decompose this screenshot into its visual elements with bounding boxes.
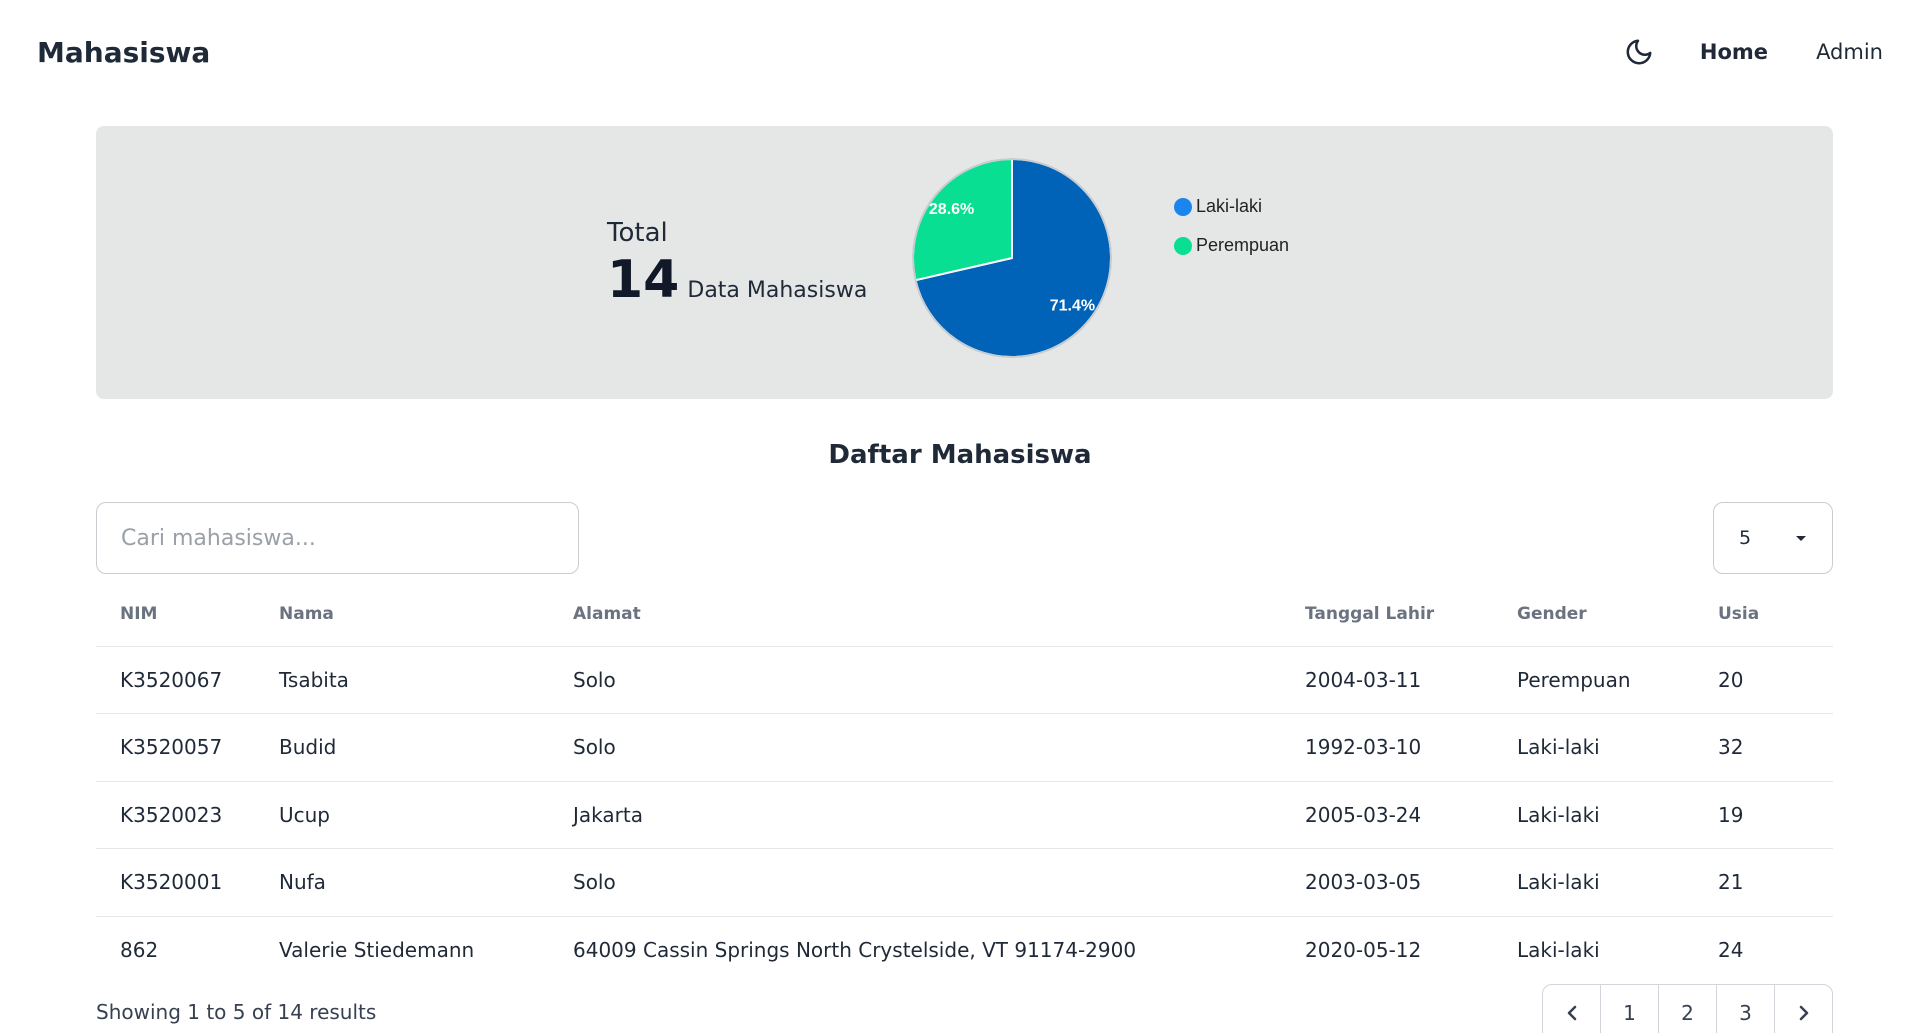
header-nim[interactable]: NIM — [96, 582, 279, 647]
per-page-select[interactable]: 5 — [1713, 502, 1833, 574]
cell-nim: K3520057 — [96, 713, 279, 782]
cell-tanggal-lahir: 2020-05-12 — [1305, 938, 1422, 962]
total-count: 14 — [607, 250, 680, 310]
legend-dot-perempuan — [1174, 236, 1192, 255]
cell-gender: Laki-laki — [1517, 713, 1718, 782]
header-gender[interactable]: Gender — [1517, 582, 1718, 647]
cell-nim: K3520023 — [96, 781, 279, 849]
cell-alamat: Jakarta — [573, 781, 1305, 849]
per-page-value: 5 — [1739, 527, 1752, 549]
legend-label-perempuan: Perempuan — [1196, 235, 1290, 255]
search-input[interactable] — [96, 502, 579, 574]
moon-icon — [1626, 39, 1652, 65]
cell-gender: Perempuan — [1517, 646, 1718, 714]
pie-slice-perempuan[interactable] — [912, 158, 1013, 282]
caret-down-icon — [1796, 536, 1806, 541]
brand-title: Mahasiswa — [37, 35, 211, 69]
pie-chart-svg: 71.4% 28.6% — [912, 158, 1112, 358]
cell-nama: Valerie Stiedemann — [279, 938, 475, 962]
legend-item-laki-laki[interactable]: Laki-laki — [1174, 196, 1289, 217]
cell-nama: Tsabita — [279, 646, 573, 714]
cell-usia: 21 — [1718, 848, 1833, 917]
nav-right: Home Admin — [1621, 34, 1883, 70]
results-summary: Showing 1 to 5 of 14 results — [96, 1000, 377, 1024]
page-button-2[interactable]: 2 — [1659, 985, 1717, 1033]
header-tanggal-lahir[interactable]: Tanggal Lahir — [1305, 582, 1517, 647]
cell-nim: K3520067 — [96, 646, 279, 714]
cell-tanggal-lahir: 2005-03-24 — [1305, 781, 1517, 849]
total-row: 14 Data Mahasiswa — [607, 254, 867, 306]
section-title: Daftar Mahasiswa — [828, 440, 1092, 470]
cell-gender: Laki-laki — [1517, 938, 1600, 962]
cell-alamat: Solo — [573, 713, 1305, 782]
cell-usia: 24 — [1718, 938, 1744, 962]
cell-alamat: Solo — [573, 848, 1305, 917]
prev-page-button[interactable] — [1543, 985, 1601, 1033]
pagination: 1 2 3 — [1542, 984, 1833, 1033]
cell-usia: 19 — [1718, 781, 1833, 849]
cell-tanggal-lahir: 2004-03-11 — [1305, 646, 1517, 714]
cell-nama: Nufa — [279, 848, 573, 917]
theme-toggle-button[interactable] — [1621, 34, 1657, 70]
table-header-row: NIM Nama Alamat Tanggal Lahir Gender Usi… — [96, 582, 1833, 647]
cell-tanggal-lahir: 2003-03-05 — [1305, 848, 1517, 917]
page-button-1[interactable]: 1 — [1601, 985, 1659, 1033]
page-button-3[interactable]: 3 — [1717, 985, 1775, 1033]
header-nama[interactable]: Nama — [279, 582, 573, 647]
table-row[interactable]: K3520057 Budid Solo 1992-03-10 Laki-laki… — [96, 713, 1833, 782]
legend-dot-laki-laki — [1174, 197, 1192, 216]
cell-alamat: 64009 Cassin Springs North Crystelside, … — [573, 938, 1137, 962]
table-row[interactable]: K3520001 Nufa Solo 2003-03-05 Laki-laki … — [96, 848, 1833, 917]
navbar: Mahasiswa Home Admin — [0, 0, 1920, 104]
header-usia[interactable]: Usia — [1718, 582, 1833, 647]
table-row[interactable]: K3520023 Ucup Jakarta 2005-03-24 Laki-la… — [96, 781, 1833, 849]
total-label: Total — [607, 218, 668, 248]
header-alamat[interactable]: Alamat — [573, 582, 1305, 647]
nav-home-link[interactable]: Home — [1700, 40, 1768, 64]
cell-tanggal-lahir: 1992-03-10 — [1305, 713, 1517, 782]
pie-label-perempuan: 28.6% — [929, 201, 974, 218]
nav-admin-link[interactable]: Admin — [1816, 40, 1883, 64]
students-table: NIM Nama Alamat Tanggal Lahir Gender Usi… — [96, 582, 1833, 984]
table-row[interactable]: 862 Valerie Stiedemann 64009 Cassin Spri… — [96, 916, 1833, 984]
pie-label-laki-laki: 71.4% — [1050, 297, 1095, 314]
total-suffix: Data Mahasiswa — [687, 278, 868, 303]
cell-nama: Ucup — [279, 781, 573, 849]
cell-usia: 32 — [1718, 713, 1833, 782]
stats-card: Total 14 Data Mahasiswa 71.4% 28.6% Laki-… — [96, 126, 1833, 399]
cell-nim: K3520001 — [96, 848, 279, 917]
cell-usia: 20 — [1718, 646, 1833, 714]
cell-alamat: Solo — [573, 646, 1305, 714]
gender-pie-chart: 71.4% 28.6% — [911, 157, 1113, 359]
total-block: Total 14 Data Mahasiswa — [607, 218, 867, 306]
next-page-button[interactable] — [1775, 985, 1832, 1033]
cell-nim: 862 — [120, 938, 159, 962]
chevron-left-icon — [1567, 1005, 1576, 1021]
chevron-right-icon — [1799, 1005, 1808, 1021]
cell-gender: Laki-laki — [1517, 781, 1718, 849]
legend-label-laki-laki: Laki-laki — [1196, 196, 1263, 216]
table-row[interactable]: K3520067 Tsabita Solo 2004-03-11 Perempu… — [96, 646, 1833, 714]
cell-gender: Laki-laki — [1517, 848, 1718, 917]
legend-item-perempuan[interactable]: Perempuan — [1174, 235, 1289, 256]
cell-nama: Budid — [279, 713, 573, 782]
chart-legend: Laki-laki Perempuan — [1174, 196, 1289, 274]
